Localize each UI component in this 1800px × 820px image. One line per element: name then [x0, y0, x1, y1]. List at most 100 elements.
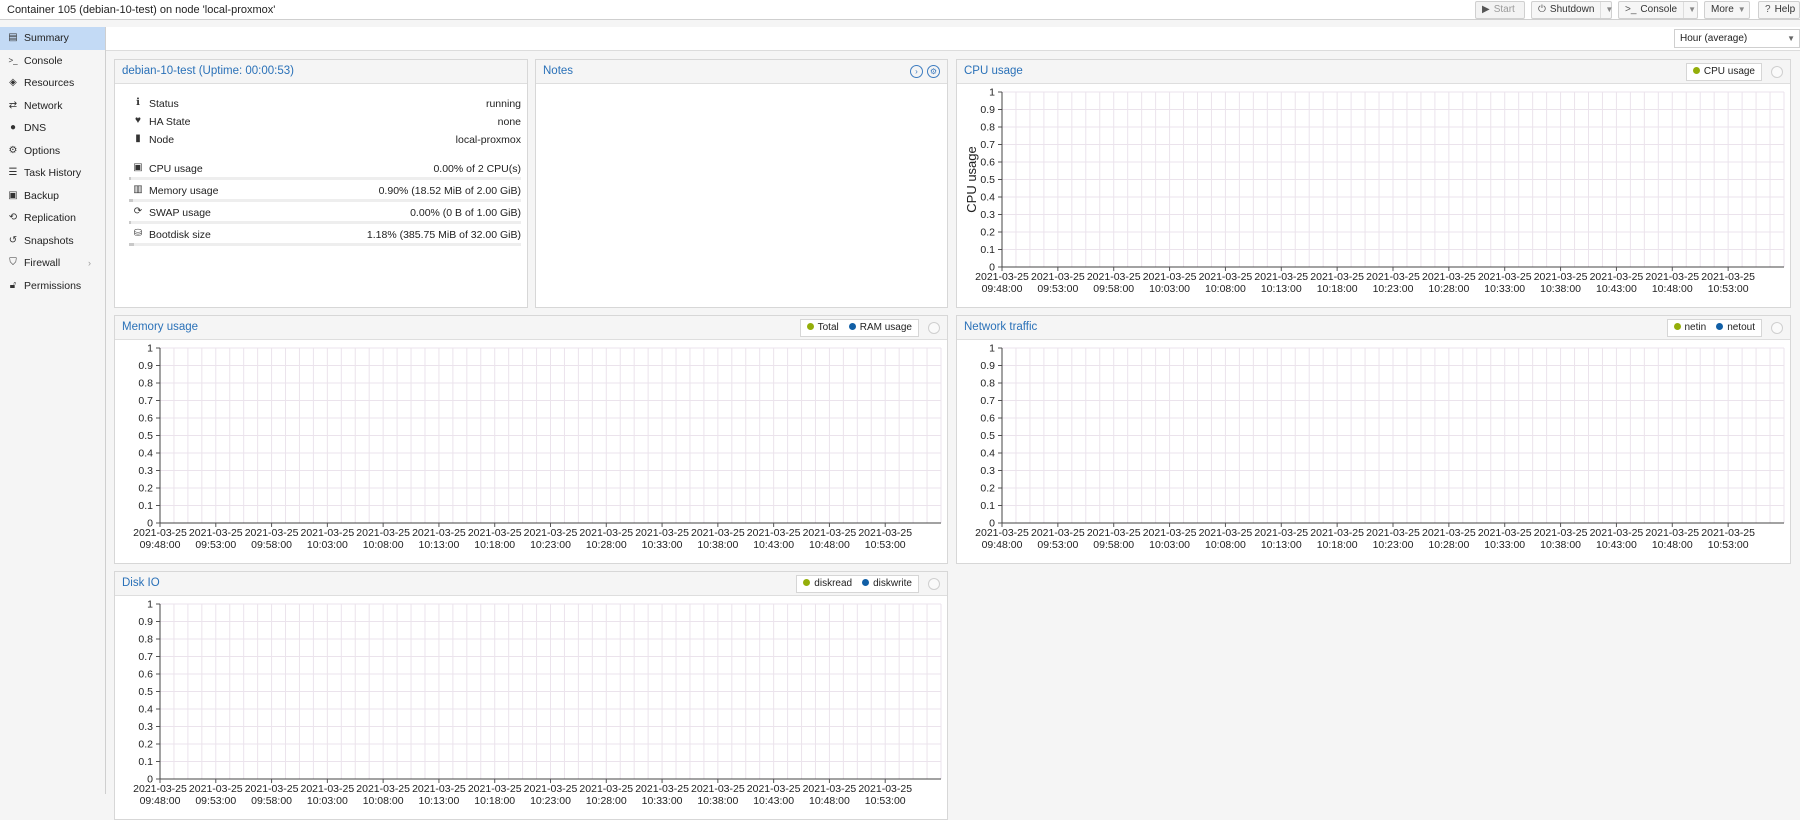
- x-tick-time-label: 09:48:00: [982, 539, 1023, 551]
- terminal-icon: >_: [1625, 4, 1637, 15]
- memory-legend: Total RAM usage: [799, 319, 919, 337]
- x-tick-date-label: 2021-03-25: [1310, 527, 1364, 539]
- sidebar-item-snapshots[interactable]: ↺ Snapshots: [0, 230, 105, 253]
- y-tick-label: 0.4: [138, 704, 153, 716]
- gear-icon[interactable]: ⚙: [927, 65, 940, 78]
- retweet-icon: ⟲: [8, 212, 18, 223]
- x-tick-time-label: 09:58:00: [1093, 539, 1134, 551]
- heartbeat-icon: ♥: [135, 115, 141, 126]
- legend-item[interactable]: diskwrite: [862, 576, 912, 592]
- legend-item[interactable]: CPU usage: [1692, 64, 1755, 80]
- cpu-usage-bar-fill: [129, 177, 131, 180]
- start-button-label: Start: [1493, 4, 1515, 15]
- status-panel: debian-10-test (Uptime: 00:00:53) ℹ Stat…: [114, 59, 528, 308]
- cpu-usage-row: ▣ CPU usage 0.00% of 2 CPU(s): [129, 161, 521, 183]
- sidebar-item-replication[interactable]: ⟲ Replication: [0, 207, 105, 230]
- reset-zoom-icon[interactable]: [1771, 322, 1783, 334]
- chevron-down-icon[interactable]: ▼: [1600, 2, 1613, 18]
- x-tick-time-label: 10:33:00: [1484, 283, 1525, 295]
- power-icon: ⏻: [1538, 4, 1546, 15]
- help-button[interactable]: ? Help: [1758, 1, 1800, 19]
- status-value: running: [485, 98, 521, 110]
- x-tick-time-label: 10:43:00: [1596, 539, 1637, 551]
- y-tick-label: 0.1: [138, 500, 153, 512]
- shutdown-button[interactable]: ⏻ Shutdown ▼: [1531, 1, 1613, 19]
- chevron-right-icon[interactable]: ›: [910, 65, 923, 78]
- x-tick-time-label: 10:23:00: [530, 539, 571, 551]
- sidebar-item-label: Resources: [24, 77, 75, 89]
- y-tick-label: 0.7: [138, 395, 153, 407]
- y-tick-label: 1: [147, 599, 153, 611]
- cpu-usage-value: 0.00% of 2 CPU(s): [433, 163, 521, 175]
- legend-label: diskwrite: [873, 578, 912, 589]
- legend-label: RAM usage: [859, 322, 912, 333]
- y-tick-label: 0.6: [980, 157, 995, 169]
- legend-item[interactable]: netout: [1716, 320, 1755, 336]
- sidebar-item-resources[interactable]: ◈ Resources: [0, 72, 105, 95]
- notes-panel: Notes › ⚙: [535, 59, 948, 308]
- y-tick-label: 0.1: [980, 500, 995, 512]
- chevron-right-icon[interactable]: ›: [88, 252, 91, 274]
- sidebar-item-task-history[interactable]: ☰ Task History: [0, 162, 105, 185]
- sidebar-item-permissions[interactable]: 🔓︎ Permissions: [0, 275, 105, 298]
- reset-zoom-icon[interactable]: [928, 322, 940, 334]
- exchange-icon: ⇄: [8, 99, 18, 111]
- sidebar-item-summary[interactable]: ▤ Summary: [0, 27, 105, 50]
- x-tick-time-label: 10:53:00: [1708, 539, 1749, 551]
- reset-zoom-icon[interactable]: [928, 578, 940, 590]
- legend-item[interactable]: RAM usage: [848, 320, 912, 336]
- y-tick-label: 0.5: [980, 174, 995, 186]
- sidebar-item-network[interactable]: ⇄ Network: [0, 95, 105, 118]
- x-tick-date-label: 2021-03-25: [524, 783, 578, 795]
- sidebar-item-dns[interactable]: ● DNS: [0, 117, 105, 140]
- x-tick-date-label: 2021-03-25: [245, 527, 299, 539]
- swap-usage-row: ⟳ SWAP usage 0.00% (0 B of 1.00 GiB): [129, 205, 521, 227]
- globe-icon: ●: [9, 122, 17, 133]
- y-tick-label: 0.3: [980, 465, 995, 477]
- x-tick-date-label: 2021-03-25: [1590, 527, 1644, 539]
- node-row: ▮ Node local-proxmox: [129, 132, 521, 150]
- top-toolbar: Container 105 (debian-10-test) on node '…: [0, 0, 1800, 20]
- legend-item[interactable]: netin: [1673, 320, 1706, 336]
- x-tick-date-label: 2021-03-25: [1254, 271, 1308, 283]
- x-tick-date-label: 2021-03-25: [1254, 527, 1308, 539]
- x-tick-date-label: 2021-03-25: [1701, 527, 1755, 539]
- x-tick-time-label: 10:18:00: [1317, 539, 1358, 551]
- x-tick-time-label: 09:58:00: [1093, 283, 1134, 295]
- node-value: local-proxmox: [455, 134, 521, 146]
- x-tick-time-label: 10:08:00: [1205, 283, 1246, 295]
- legend-item[interactable]: diskread: [803, 576, 852, 592]
- y-tick-label: 0.9: [138, 616, 153, 628]
- network-panel-header: Network traffic netin netout: [957, 316, 1790, 340]
- x-tick-date-label: 2021-03-25: [412, 783, 466, 795]
- x-tick-date-label: 2021-03-25: [635, 527, 689, 539]
- console-button[interactable]: >_ Console ▼: [1618, 1, 1698, 19]
- cpu-usage-label: CPU usage: [149, 163, 203, 175]
- sidebar-item-console[interactable]: >_ Console: [0, 50, 105, 73]
- start-button[interactable]: ▶ Start: [1475, 1, 1525, 19]
- timeframe-select[interactable]: Hour (average) ▼: [1674, 29, 1800, 48]
- chevron-down-icon: ▼: [1737, 5, 1746, 14]
- sidebar-item-options[interactable]: ⚙ Options: [0, 140, 105, 163]
- sidebar-item-backup[interactable]: ▣ Backup: [0, 185, 105, 208]
- legend-item[interactable]: Total: [806, 320, 839, 336]
- chevron-down-icon[interactable]: ▼: [1787, 30, 1795, 47]
- unlock-icon: 🔓︎: [9, 279, 17, 291]
- memory-usage-label: Memory usage: [149, 185, 219, 197]
- network-traffic-panel: Network traffic netin netout 0 0.1 0.2 0.3 0…: [956, 315, 1791, 564]
- x-tick-time-label: 10:03:00: [307, 539, 348, 551]
- chevron-down-icon[interactable]: ▼: [1683, 2, 1696, 18]
- y-tick-label: 0.9: [980, 104, 995, 116]
- reset-zoom-icon[interactable]: [1771, 66, 1783, 78]
- more-button[interactable]: More ▼: [1704, 1, 1750, 19]
- content-toolbar: Hour (average) ▼: [106, 27, 1800, 51]
- x-tick-time-label: 09:53:00: [1037, 283, 1078, 295]
- y-tick-label: 0.2: [980, 227, 995, 239]
- y-tick-label: 0.9: [138, 360, 153, 372]
- sidebar-item-firewall[interactable]: ⛉ Firewall ›: [0, 252, 105, 275]
- sidebar-item-label: Replication: [24, 212, 76, 224]
- x-tick-date-label: 2021-03-25: [468, 783, 522, 795]
- y-tick-label: 0.4: [980, 448, 995, 460]
- x-tick-time-label: 09:53:00: [195, 539, 236, 551]
- x-tick-time-label: 10:33:00: [1484, 539, 1525, 551]
